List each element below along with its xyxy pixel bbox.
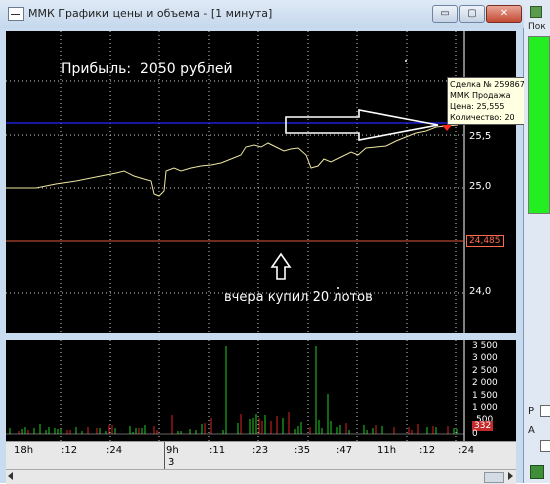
tooltip-deal-line: Сделка № 2598678604 xyxy=(450,80,534,89)
volume-chart-svg xyxy=(6,340,465,441)
scroll-left-arrow-icon[interactable] xyxy=(8,472,13,480)
volume-axis-label: 3 000 xyxy=(472,353,498,363)
profit-annotation: Прибыль: 2050 рублей xyxy=(61,61,233,77)
window-title: ММК Графики цены и объема - [1 минута] xyxy=(28,7,273,20)
price-chart[interactable]: Прибыль: 2050 рублей вчера купил 20 лото… xyxy=(6,31,535,333)
horizontal-scrollbar[interactable] xyxy=(6,469,516,484)
time-axis-label: :12 xyxy=(61,445,78,456)
day-marker: 3 xyxy=(168,457,175,468)
time-axis-label: :35 xyxy=(294,445,311,456)
trade-tooltip: Сделка № 2598678604 ММК Продажа Цена: 25… xyxy=(447,77,535,125)
sell-marker-icon xyxy=(442,125,452,131)
time-axis-label: 18h xyxy=(14,445,34,456)
scroll-right-arrow-icon[interactable] xyxy=(508,472,513,480)
side-window-title: Пок xyxy=(528,22,546,32)
volume-axis-label: 1 500 xyxy=(472,391,498,401)
scroll-thumb[interactable] xyxy=(484,472,504,483)
side-window-icon xyxy=(530,6,542,18)
price-axis-label: 25,0 xyxy=(469,181,492,192)
day-separator xyxy=(164,442,165,469)
time-axis: 18h :12 :24 9h :11 :23 :35 :47 11h :12 :… xyxy=(6,441,516,470)
side-checkbox[interactable] xyxy=(540,440,550,452)
volume-axis-label: 2 000 xyxy=(472,378,498,388)
tooltip-price-line: Цена: 25,555 xyxy=(450,102,505,111)
maximize-button[interactable]: ▢ xyxy=(459,5,485,23)
up-arrow-annotation xyxy=(270,252,292,280)
window-app-icon xyxy=(8,7,24,21)
price-axis-label: 25,5 xyxy=(469,131,492,142)
star-dot xyxy=(337,287,339,289)
time-axis-label: :12 xyxy=(419,445,436,456)
title-bar[interactable]: ММК Графики цены и объема - [1 минута] ▭… xyxy=(0,0,524,28)
star-dot xyxy=(405,60,407,62)
time-axis-label: :11 xyxy=(209,445,226,456)
side-green-indicator xyxy=(528,36,550,214)
time-axis-label: :47 xyxy=(336,445,353,456)
volume-axis-label: 3 500 xyxy=(472,341,498,351)
tooltip-side-line: ММК Продажа xyxy=(450,91,511,100)
volume-bars xyxy=(9,346,458,434)
volume-chart[interactable]: 3 500 3 000 2 500 2 000 1 500 1 000 500 … xyxy=(6,340,516,441)
tooltip-qty-line: Количество: 20 xyxy=(450,113,515,122)
time-axis-label: :23 xyxy=(252,445,269,456)
volume-axis-label: 1 000 xyxy=(472,403,498,413)
volume-axis-label: 0 xyxy=(472,429,478,439)
volume-axis-label: 2 500 xyxy=(472,366,498,376)
close-button[interactable]: ✕ xyxy=(486,5,522,23)
time-axis-label: 9h xyxy=(166,445,179,456)
buy-price-badge: 24,485 xyxy=(466,235,504,247)
time-axis-label: :24 xyxy=(458,445,475,456)
minimize-button[interactable]: ▭ xyxy=(432,5,458,23)
price-line xyxy=(6,124,459,197)
time-axis-label: 11h xyxy=(377,445,397,456)
price-axis-label: 24,0 xyxy=(469,286,492,297)
side-letter: А xyxy=(528,425,535,436)
side-letter: Р xyxy=(528,406,535,417)
time-axis-label: :24 xyxy=(106,445,123,456)
bought-annotation: вчера купил 20 лотов xyxy=(224,290,373,305)
side-checkbox[interactable] xyxy=(540,405,550,417)
side-app-icon xyxy=(530,465,544,479)
